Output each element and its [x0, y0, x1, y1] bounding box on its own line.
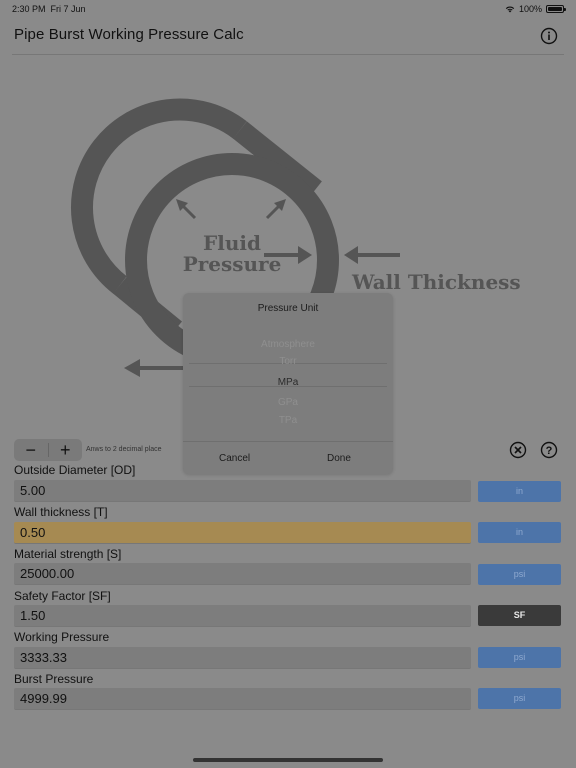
- wall-thickness-unit-button[interactable]: in: [478, 522, 561, 543]
- increase-decimals-button[interactable]: +: [49, 439, 83, 461]
- decimal-places-label: Anws to 2 decimal place: [86, 446, 162, 453]
- material-strength-unit-button[interactable]: psi: [478, 564, 561, 585]
- picker-option[interactable]: Torr: [189, 356, 387, 367]
- safety-factor-label: Safety Factor [SF]: [14, 589, 111, 603]
- status-bar: 2:30 PM Fri 7 Jun 100%: [0, 0, 576, 18]
- wifi-icon: [505, 6, 515, 13]
- burst-pressure-label: Burst Pressure: [14, 672, 94, 686]
- fluid-arrow-up-right: [265, 199, 286, 220]
- status-right: 100%: [505, 4, 566, 14]
- wall-thickness-input[interactable]: 0.50: [14, 522, 471, 544]
- svg-text:?: ?: [546, 445, 553, 457]
- outside-diameter-label: Outside Diameter [OD]: [14, 463, 136, 477]
- working-pressure-unit-button[interactable]: psi: [478, 647, 561, 668]
- status-date: Fri 7 Jun: [50, 4, 86, 14]
- battery-percent: 100%: [518, 4, 542, 14]
- home-indicator[interactable]: [193, 758, 383, 762]
- battery-icon: [546, 5, 566, 13]
- clear-icon[interactable]: [509, 441, 527, 459]
- material-strength-label: Material strength [S]: [14, 547, 122, 561]
- picker-divider: [183, 441, 393, 442]
- picker-option-selected[interactable]: MPa: [189, 377, 387, 388]
- decrease-decimals-button[interactable]: −: [14, 439, 48, 461]
- safety-factor-unit-button[interactable]: SF: [478, 605, 561, 626]
- material-strength-input[interactable]: 25000.00: [14, 563, 471, 585]
- wall-thickness-label: Wall thickness [T]: [14, 505, 108, 519]
- decimal-stepper: − +: [14, 439, 82, 461]
- pressure-label: Pressure: [183, 252, 282, 276]
- wall-thickness-label: Wall Thickness: [351, 270, 521, 294]
- battery-fill: [548, 7, 562, 11]
- outside-diameter-input[interactable]: 5.00: [14, 480, 471, 502]
- picker-title: Pressure Unit: [257, 303, 319, 314]
- status-time: 2:30 PM: [12, 4, 46, 14]
- header-divider: [12, 54, 564, 55]
- burst-pressure-unit-button[interactable]: psi: [478, 688, 561, 709]
- working-pressure-output[interactable]: 3333.33: [14, 647, 471, 669]
- help-icon[interactable]: ?: [540, 441, 558, 459]
- picker-option[interactable]: GPa: [189, 397, 387, 408]
- pipe-axis-arrow: [124, 359, 190, 377]
- pressure-unit-wheel[interactable]: Atmosphere Torr MPa GPa TPa: [189, 323, 387, 433]
- wall-arrow-left: [344, 246, 400, 264]
- page-title: Pipe Burst Working Pressure Calc: [14, 26, 244, 43]
- working-pressure-label: Working Pressure: [14, 630, 110, 644]
- fluid-arrow-up-left: [176, 199, 197, 220]
- done-button[interactable]: Done: [327, 453, 351, 464]
- outside-diameter-unit-button[interactable]: in: [478, 481, 561, 502]
- cancel-button[interactable]: Cancel: [219, 453, 250, 464]
- picker-option[interactable]: TPa: [189, 415, 387, 426]
- status-time-date: 2:30 PM Fri 7 Jun: [12, 4, 86, 14]
- info-icon[interactable]: [540, 27, 558, 45]
- pressure-unit-picker-dialog: Pressure Unit Atmosphere Torr MPa GPa TP…: [183, 293, 393, 474]
- burst-pressure-output[interactable]: 4999.99: [14, 688, 471, 710]
- picker-option[interactable]: Atmosphere: [189, 339, 387, 350]
- safety-factor-input[interactable]: 1.50: [14, 605, 471, 627]
